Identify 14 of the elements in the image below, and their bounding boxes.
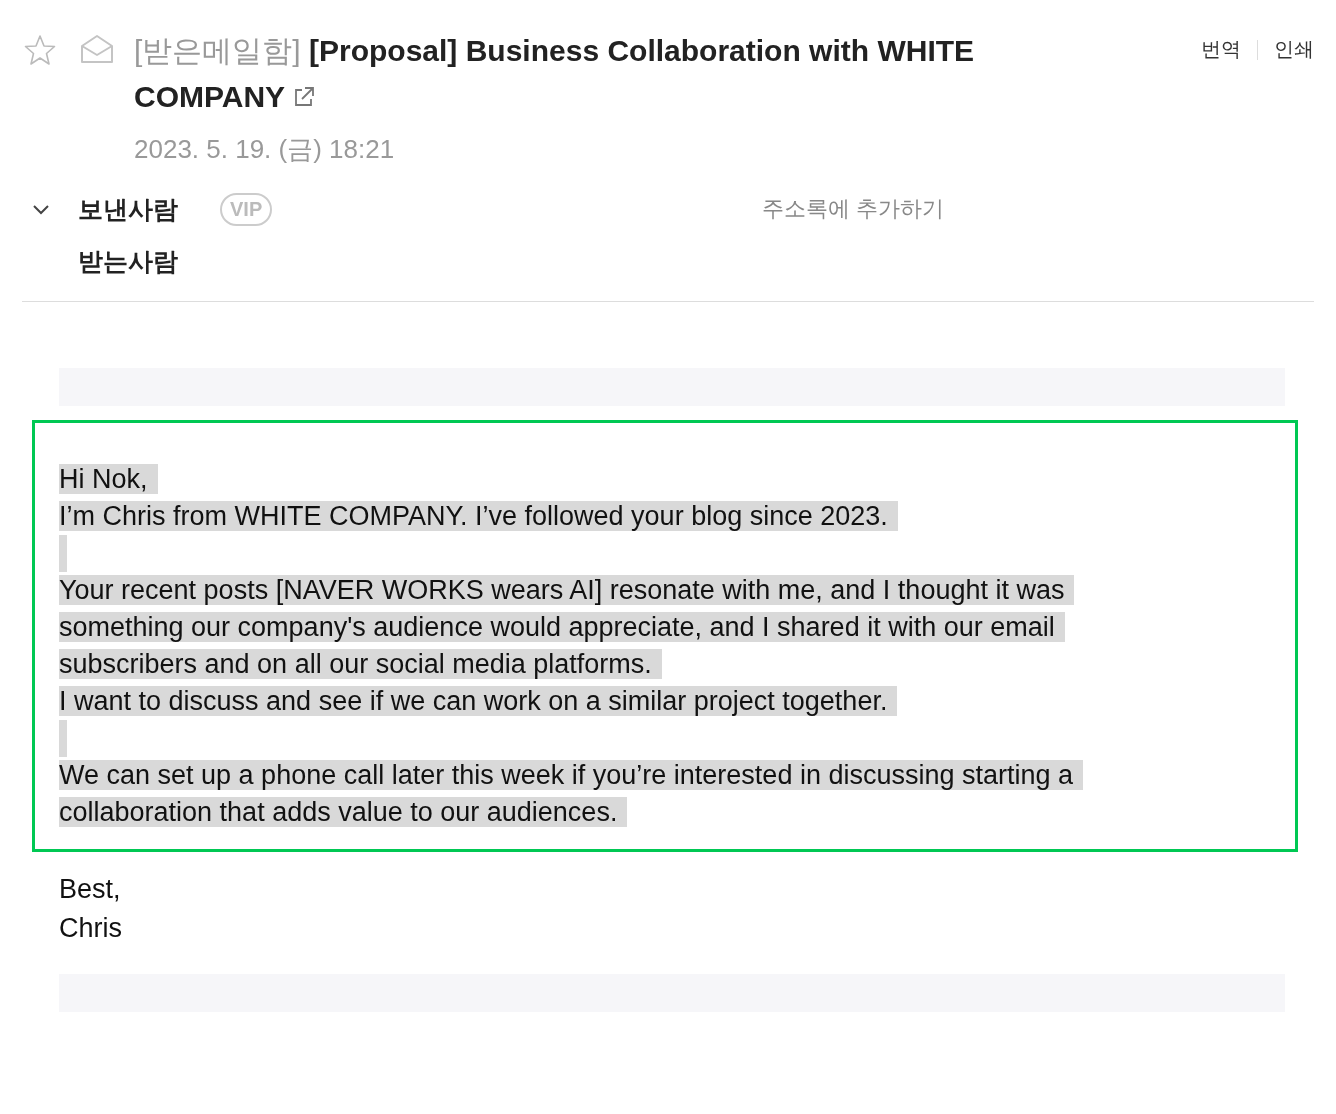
recipient-label: 받는사람: [78, 245, 178, 277]
vip-badge: VIP: [220, 192, 273, 226]
external-link-icon[interactable]: [293, 86, 316, 108]
envelope-icon: [80, 34, 114, 64]
add-contact-link[interactable]: 주소록에 추가하기: [762, 194, 945, 224]
star-icon[interactable]: [24, 34, 56, 66]
header-action-link[interactable]: 번역: [1201, 36, 1241, 63]
sender-label: 보낸사람: [78, 193, 178, 225]
closing-text: Best,: [59, 874, 121, 904]
email-date: 2023. 5. 19. (금) 18:21: [134, 133, 396, 166]
header-action-link[interactable]: 인쇄: [1274, 36, 1314, 63]
email-subject: [받은메일함] [Proposal] Business Collaboration with WHITE COMPANY: [134, 33, 976, 115]
chevron-icon[interactable]: [32, 203, 50, 215]
closing-text: Chris: [59, 913, 122, 943]
